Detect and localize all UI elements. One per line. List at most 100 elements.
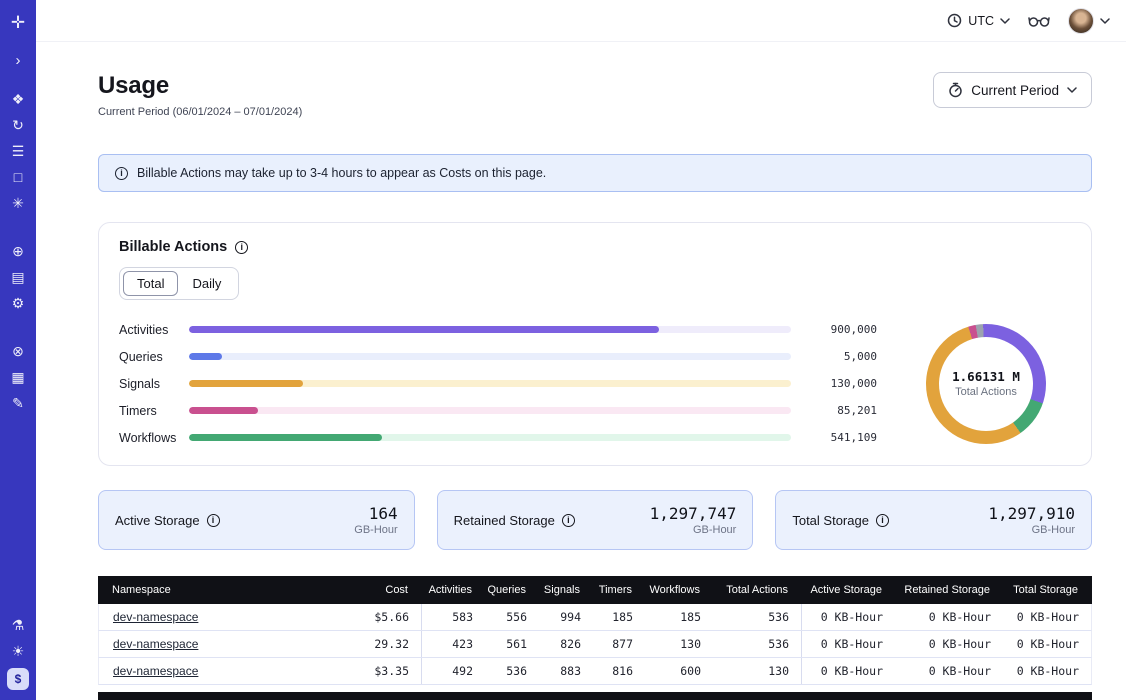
usage-billing-icon[interactable]: ▤ xyxy=(6,265,30,289)
donut-center: 1.66131 M Total Actions xyxy=(939,337,1033,431)
bar-value: 85,201 xyxy=(807,404,877,417)
labs-flask-icon[interactable]: ⚗ xyxy=(6,613,30,637)
table-header-cell: Queries xyxy=(484,576,538,604)
table-cell-active-storage: 0 KB-Hour xyxy=(801,631,895,657)
table-body: dev-namespace$5.665835569941851855360 KB… xyxy=(98,604,1092,685)
period-selector-button[interactable]: Current Period xyxy=(933,72,1092,108)
bar-track xyxy=(189,380,791,387)
user-menu[interactable] xyxy=(1068,8,1110,34)
bar-fill xyxy=(189,326,659,333)
table-header-cell: Active Storage xyxy=(800,576,894,604)
nexus-icon[interactable]: ✳ xyxy=(6,191,30,215)
bar-row: Timers 85,201 xyxy=(119,401,877,420)
total-actions-value: 1.66131 M xyxy=(952,369,1020,384)
bar-label: Activities xyxy=(119,323,185,337)
bar-row: Signals130,000 xyxy=(119,374,877,393)
bar-label: Signals xyxy=(119,377,185,391)
billable-chart-area: Activities900,000Queries5,000Signals130,… xyxy=(119,320,1071,447)
table-cell-total-storage: 0 KB-Hour xyxy=(1003,604,1091,630)
table-header-cell: Activities xyxy=(420,576,484,604)
namespace-link[interactable]: dev-namespace xyxy=(113,610,198,624)
info-banner-text: Billable Actions may take up to 3-4 hour… xyxy=(137,166,546,180)
table-cell-total-actions: 536 xyxy=(713,604,801,630)
content: Usage Current Period (06/01/2024 – 07/01… xyxy=(36,42,1126,700)
billable-actions-title-row: Billable Actions i xyxy=(119,239,1071,255)
table-header-cell: Namespace xyxy=(98,576,310,604)
bar-track xyxy=(189,434,791,441)
stat-value: 164 xyxy=(354,504,397,523)
table-cell-timers: 877 xyxy=(593,631,645,657)
table-cell-retained-storage: 0 KB-Hour xyxy=(895,658,1003,684)
tab-daily[interactable]: Daily xyxy=(178,271,235,296)
table-header-cell: Timers xyxy=(592,576,644,604)
billable-actions-card: Billable Actions i Total Daily Activitie… xyxy=(98,222,1092,466)
table-header-cell: Total Actions xyxy=(712,576,800,604)
info-icon[interactable]: i xyxy=(876,514,889,527)
table-header-cell: Total Storage xyxy=(1002,576,1090,604)
page-title: Usage xyxy=(98,72,302,100)
support-icon[interactable]: ⊗ xyxy=(6,339,30,363)
table-header-cell: Cost xyxy=(310,576,420,604)
table-cell-queries: 556 xyxy=(485,604,539,630)
stat-value-block: 1,297,747 GB-Hour xyxy=(650,504,737,536)
table-header-cell: Retained Storage xyxy=(894,576,1002,604)
stat-value-block: 1,297,910 GB-Hour xyxy=(988,504,1075,536)
status-badge-icon[interactable]: $ xyxy=(7,668,29,690)
table-row: dev-namespace29.324235618268771305360 KB… xyxy=(98,631,1092,658)
table-cell-timers: 185 xyxy=(593,604,645,630)
schedules-icon[interactable]: ↻ xyxy=(6,113,30,137)
table-cell-activities: 423 xyxy=(421,631,485,657)
table-cell-namespace: dev-namespace xyxy=(99,658,311,684)
table-row: dev-namespace$5.665835569941851855360 KB… xyxy=(98,604,1092,631)
table-cell-signals: 994 xyxy=(539,604,593,630)
bar-fill xyxy=(189,353,222,360)
bar-fill xyxy=(189,407,258,414)
collapse-sidebar-icon[interactable]: › xyxy=(6,48,30,72)
table-cell-activities: 492 xyxy=(421,658,485,684)
deployments-icon[interactable]: □ xyxy=(6,165,30,189)
total-storage-card: Total Storage i 1,297,910 GB-Hour xyxy=(775,490,1092,550)
table-row: dev-namespace$3.354925368838166001300 KB… xyxy=(98,658,1092,685)
namespace-link[interactable]: dev-namespace xyxy=(113,664,198,678)
feedback-icon[interactable]: ✎ xyxy=(6,391,30,415)
bar-label: Queries xyxy=(119,350,185,364)
docs-icon[interactable]: ▦ xyxy=(6,365,30,389)
glasses-icon[interactable] xyxy=(1028,14,1050,28)
stat-label: Retained Storage i xyxy=(454,513,575,528)
theme-toggle-icon[interactable]: ☀ xyxy=(6,639,30,663)
bar-row: Workflows541,109 xyxy=(119,428,877,447)
bar-row: Queries5,000 xyxy=(119,347,877,366)
table-header-row: NamespaceCostActivitiesQueriesSignalsTim… xyxy=(98,576,1092,604)
table-next-section-partial xyxy=(98,692,1092,700)
table-cell-signals: 883 xyxy=(539,658,593,684)
tab-total[interactable]: Total xyxy=(123,271,178,296)
stat-unit: GB-Hour xyxy=(988,524,1075,536)
temporal-logo-icon[interactable]: ✛ xyxy=(6,11,30,35)
page-subtitle: Current Period (06/01/2024 – 07/01/2024) xyxy=(98,106,302,118)
info-icon[interactable]: i xyxy=(207,514,220,527)
billable-tabs: Total Daily xyxy=(119,267,239,300)
clock-icon xyxy=(947,13,962,28)
app: ✛ › ❖ ↻ ☰ □ ✳ ⊕ ▤ ⚙ ⊗ ▦ ✎ ⚗ ☀ $ UTC xyxy=(0,0,1126,700)
stat-value: 1,297,910 xyxy=(988,504,1075,523)
task-queues-icon[interactable]: ☰ xyxy=(6,139,30,163)
info-icon[interactable]: i xyxy=(562,514,575,527)
cloud-icon[interactable]: ⊕ xyxy=(6,239,30,263)
namespace-link[interactable]: dev-namespace xyxy=(113,637,198,651)
info-icon[interactable]: i xyxy=(235,241,248,254)
info-icon: i xyxy=(115,167,128,180)
settings-gear-icon[interactable]: ⚙ xyxy=(6,291,30,315)
stat-label: Active Storage i xyxy=(115,513,220,528)
table-cell-timers: 816 xyxy=(593,658,645,684)
bar-label: Timers xyxy=(119,404,185,418)
namespace-usage-table: NamespaceCostActivitiesQueriesSignalsTim… xyxy=(98,576,1092,700)
topbar: UTC xyxy=(36,0,1126,42)
table-cell-workflows: 130 xyxy=(645,631,713,657)
workflows-icon[interactable]: ❖ xyxy=(6,87,30,111)
storage-cards: Active Storage i 164 GB-Hour Retained St… xyxy=(98,490,1092,550)
chevron-down-icon xyxy=(1000,18,1010,24)
table-cell-total-storage: 0 KB-Hour xyxy=(1003,658,1091,684)
bar-value: 541,109 xyxy=(807,431,877,444)
timezone-selector[interactable]: UTC xyxy=(947,13,1010,28)
stat-label-text: Retained Storage xyxy=(454,513,555,528)
